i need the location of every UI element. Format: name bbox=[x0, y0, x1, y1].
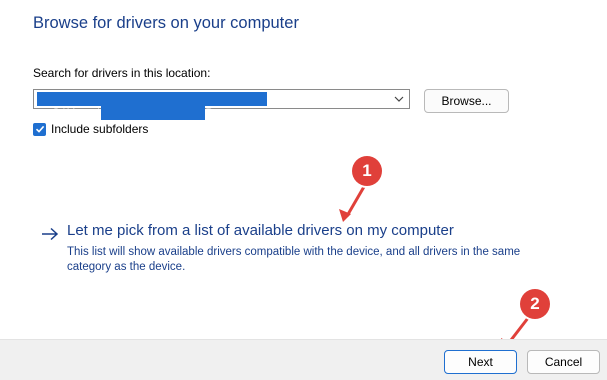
next-button[interactable]: Next bbox=[444, 350, 517, 374]
include-subfolders-label: Include subfolders bbox=[51, 122, 149, 136]
pick-option-title[interactable]: Let me pick from a list of available dri… bbox=[67, 222, 454, 239]
cancel-button[interactable]: Cancel bbox=[527, 350, 600, 374]
arrow-right-icon bbox=[42, 227, 59, 241]
dialog-title: Browse for drivers on your computer bbox=[33, 14, 299, 32]
path-combobox[interactable]: C:\Users\ Documents bbox=[33, 89, 410, 120]
browse-button[interactable]: Browse... bbox=[424, 89, 509, 113]
pick-option-description: This list will show available drivers co… bbox=[67, 246, 521, 273]
annotation-marker-1: 1 bbox=[352, 156, 382, 186]
search-location-label: Search for drivers in this location: bbox=[33, 66, 211, 80]
checkmark-icon bbox=[35, 125, 44, 133]
path-value[interactable]: C:\Users\ Documents bbox=[37, 92, 268, 120]
path-redacted-segment bbox=[101, 106, 206, 120]
include-subfolders-row[interactable]: Include subfolders bbox=[33, 121, 148, 137]
annotation-arrow-1 bbox=[339, 184, 367, 222]
path-suffix: Documents bbox=[205, 106, 267, 120]
include-subfolders-checkbox[interactable] bbox=[33, 122, 46, 136]
chevron-down-icon[interactable] bbox=[393, 93, 405, 105]
path-prefix: C:\Users\ bbox=[51, 106, 102, 120]
annotation-marker-2: 2 bbox=[520, 289, 550, 319]
annotation-arrows bbox=[339, 184, 530, 351]
